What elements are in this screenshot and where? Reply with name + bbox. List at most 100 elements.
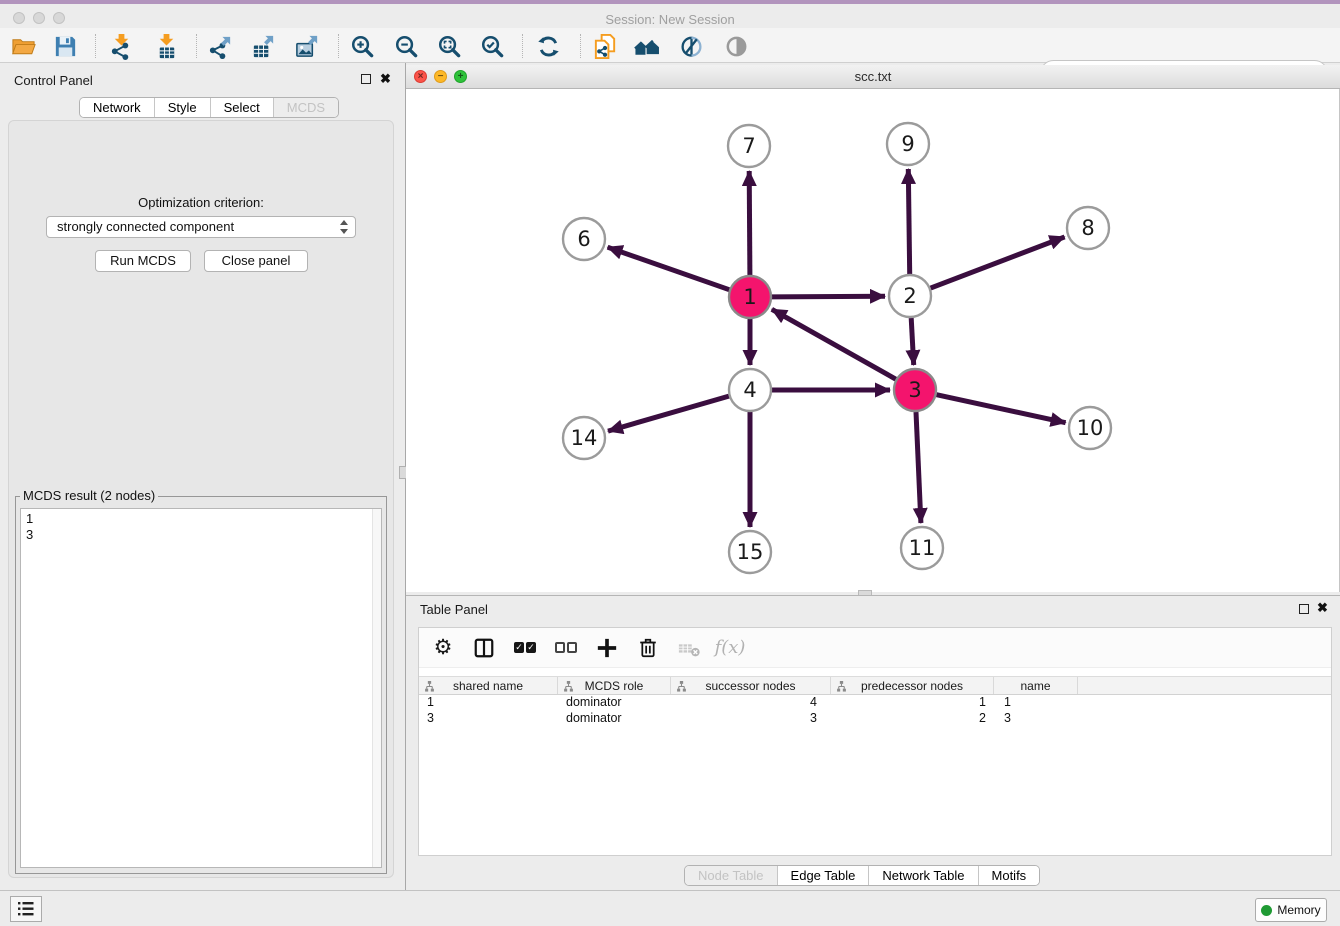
home-layout-icon[interactable] (632, 31, 662, 61)
tab-style[interactable]: Style (154, 98, 210, 117)
graph-node-10[interactable]: 10 (1069, 407, 1111, 449)
tab-mcds[interactable]: MCDS (273, 98, 338, 117)
toolbar-separator (338, 34, 339, 58)
delete-table-icon[interactable] (677, 636, 701, 660)
table-cell[interactable]: 2 (831, 711, 994, 727)
select-all-checkboxes-icon[interactable]: ✓✓ (513, 636, 537, 660)
mcds-result-list[interactable]: 13 (20, 508, 382, 868)
edge-2-9[interactable] (908, 169, 909, 274)
result-scrollbar[interactable] (372, 509, 381, 867)
optimization-criterion-label: Optimization criterion: (9, 195, 393, 210)
duplicate-network-icon[interactable] (590, 31, 620, 61)
table-cell[interactable]: dominator (558, 695, 671, 711)
memory-button[interactable]: Memory (1255, 898, 1327, 922)
table-float-icon[interactable] (1299, 604, 1309, 614)
refresh-icon[interactable] (533, 31, 563, 61)
column-header-MCDS-role[interactable]: MCDS role (558, 677, 671, 694)
edge-2-3[interactable] (911, 318, 914, 365)
table-cell[interactable]: 3 (419, 711, 558, 727)
svg-text:15: 15 (737, 540, 764, 564)
table-cell[interactable]: 4 (671, 695, 831, 711)
criterion-select[interactable]: strongly connected component (46, 216, 356, 238)
zoom-selected-icon[interactable] (477, 31, 507, 61)
table-row[interactable]: 3dominator323 (419, 711, 1331, 727)
svg-text:14: 14 (571, 426, 598, 450)
tab-motifs[interactable]: Motifs (978, 866, 1040, 885)
table-row[interactable]: 1dominator411 (419, 695, 1331, 711)
network-canvas[interactable]: 7 9 6 8 1 2 4 3 14 10 15 11 (406, 89, 1340, 592)
graph-node-2[interactable]: 2 (889, 275, 931, 317)
export-network-icon[interactable] (205, 31, 235, 61)
visual-styles-icon[interactable] (676, 31, 706, 61)
table-cell[interactable]: dominator (558, 711, 671, 727)
table-cell[interactable]: 1 (831, 695, 994, 711)
add-column-icon[interactable] (595, 636, 619, 660)
graph-node-4[interactable]: 4 (729, 369, 771, 411)
import-network-icon[interactable] (106, 31, 136, 61)
column-header-name[interactable]: name (994, 677, 1078, 694)
graph-node-9[interactable]: 9 (887, 123, 929, 165)
mcds-result-title: MCDS result (2 nodes) (20, 488, 158, 503)
close-panel-icon[interactable]: ✖ (380, 73, 391, 85)
function-builder-icon[interactable]: f(x) (718, 636, 742, 660)
table-cell[interactable]: 3 (671, 711, 831, 727)
deselect-all-checkboxes-icon[interactable] (554, 636, 578, 660)
graph-node-3[interactable]: 3 (894, 369, 936, 411)
edge-2-8[interactable] (931, 237, 1065, 288)
graph-node-6[interactable]: 6 (563, 218, 605, 260)
tab-select[interactable]: Select (210, 98, 273, 117)
toolbar-separator (95, 34, 96, 58)
network-window-titlebar[interactable]: × − + scc.txt (406, 65, 1340, 89)
graph-node-11[interactable]: 11 (901, 527, 943, 569)
export-image-icon[interactable] (292, 31, 322, 61)
graph-node-14[interactable]: 14 (563, 417, 605, 459)
export-table-icon[interactable] (248, 31, 278, 61)
table-panel-tabs: Node TableEdge TableNetwork TableMotifs (684, 865, 1040, 886)
hierarchy-icon (424, 681, 435, 692)
graph-node-15[interactable]: 15 (729, 531, 771, 573)
edge-1-2[interactable] (772, 296, 885, 297)
zoom-in-icon[interactable] (347, 31, 377, 61)
contrast-eye-icon[interactable] (721, 31, 751, 61)
tab-network[interactable]: Network (80, 98, 154, 117)
svg-text:4: 4 (743, 378, 756, 402)
table-close-icon[interactable]: ✖ (1317, 602, 1328, 614)
graph-node-7[interactable]: 7 (728, 125, 770, 167)
edge-3-10[interactable] (937, 395, 1066, 423)
save-icon[interactable] (50, 31, 80, 61)
node-table[interactable]: shared nameMCDS rolesuccessor nodesprede… (419, 676, 1331, 727)
close-panel-button[interactable]: Close panel (204, 250, 308, 272)
network-graph[interactable]: 7 9 6 8 1 2 4 3 14 10 15 11 (406, 89, 1340, 592)
open-folder-icon[interactable] (8, 31, 38, 61)
task-history-button[interactable] (10, 896, 42, 922)
run-mcds-button[interactable]: Run MCDS (95, 250, 191, 272)
hierarchy-icon (676, 681, 687, 692)
table-cell[interactable]: 3 (994, 711, 1078, 727)
import-table-icon[interactable] (151, 31, 181, 61)
table-settings-gear-icon[interactable]: ⚙ (431, 636, 455, 660)
tab-node-table[interactable]: Node Table (685, 866, 777, 885)
memory-label: Memory (1277, 903, 1320, 917)
float-panel-icon[interactable] (361, 74, 371, 84)
zoom-fit-icon[interactable] (434, 31, 464, 61)
graph-node-1[interactable]: 1 (729, 276, 771, 318)
delete-column-icon[interactable] (636, 636, 660, 660)
window-title: Session: New Session (0, 12, 1340, 27)
edge-4-14[interactable] (608, 396, 729, 431)
edge-1-6[interactable] (608, 247, 730, 290)
table-cell[interactable]: 1 (419, 695, 558, 711)
column-header-predecessor-nodes[interactable]: predecessor nodes (831, 677, 994, 694)
table-cell[interactable]: 1 (994, 695, 1078, 711)
graph-node-8[interactable]: 8 (1067, 207, 1109, 249)
edge-3-11[interactable] (916, 412, 921, 523)
edge-3-1[interactable] (772, 309, 896, 379)
hierarchy-icon (836, 681, 847, 692)
toolbar-separator (580, 34, 581, 58)
edge-1-7[interactable] (749, 171, 750, 275)
column-header-successor-nodes[interactable]: successor nodes (671, 677, 831, 694)
tab-network-table[interactable]: Network Table (868, 866, 977, 885)
split-columns-icon[interactable] (472, 636, 496, 660)
tab-edge-table[interactable]: Edge Table (777, 866, 869, 885)
column-header-shared-name[interactable]: shared name (419, 677, 558, 694)
zoom-out-icon[interactable] (391, 31, 421, 61)
